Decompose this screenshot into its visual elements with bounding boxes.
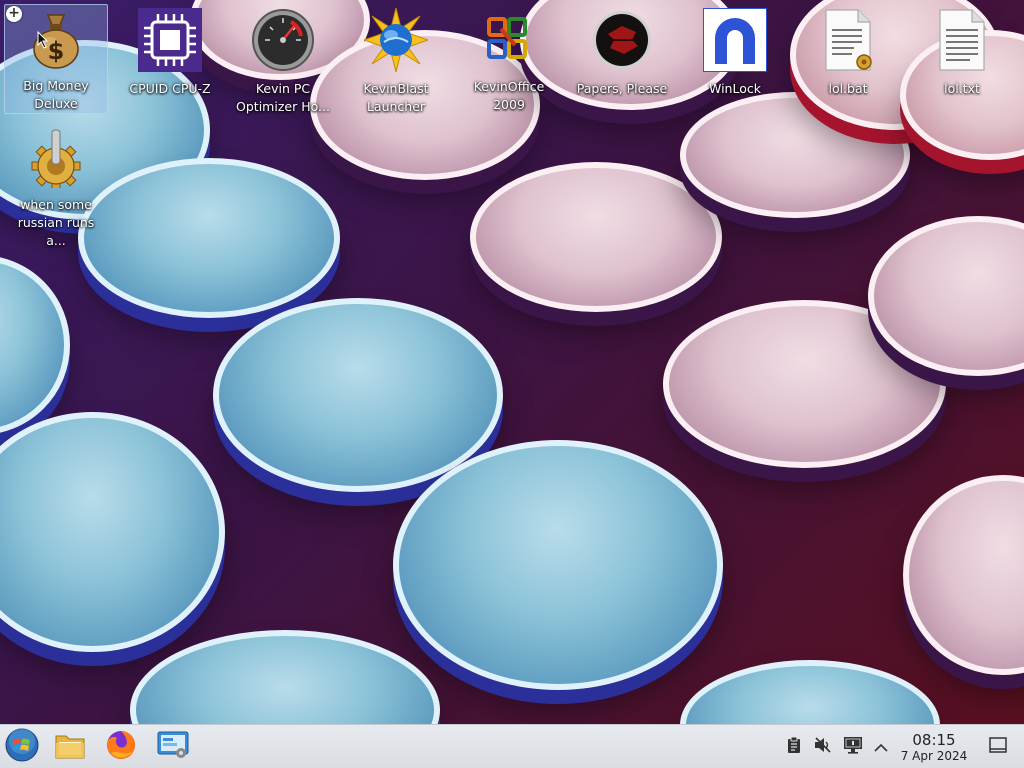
icon-label: CPUID CPU-Z (129, 81, 211, 96)
icon-label: KevinOffice 2009 (473, 79, 545, 112)
desktop-icon-kevin-pc-optimizer[interactable]: Kevin PC Optimizer Ho... (231, 4, 335, 114)
display-icon (843, 736, 863, 758)
tray-expand[interactable] (871, 737, 891, 757)
desktop-icon-when-some-russian[interactable]: when some russian runs a... (4, 124, 108, 248)
svg-text:$: $ (48, 37, 65, 65)
volume-muted-icon (813, 736, 833, 758)
clock-time: 08:15 (912, 731, 956, 749)
clipboard-icon (786, 736, 802, 758)
speedometer-icon (251, 8, 315, 72)
mouse-cursor-icon (37, 30, 49, 53)
batch-file-icon (816, 8, 880, 72)
firefox-icon (105, 729, 137, 765)
start-orb-icon (5, 728, 39, 766)
icon-label: Big Money Deluxe (23, 78, 89, 111)
money-bag-icon: $ (24, 9, 88, 69)
tray-display[interactable] (843, 737, 863, 757)
icon-label: lol.bat (828, 81, 868, 96)
taskbar: 08:15 7 Apr 2024 (0, 724, 1024, 768)
icon-label: KevinBlast Launcher (363, 81, 429, 114)
taskbar-system-settings[interactable] (155, 729, 191, 765)
winlock-icon (703, 8, 767, 72)
desktop-icon-cpu-z[interactable]: CPUID CPU-Z (118, 4, 222, 114)
icon-label: WinLock (709, 81, 761, 96)
start-button[interactable] (4, 728, 40, 766)
globe-burst-icon (364, 8, 428, 72)
desktop-icon-lol-bat[interactable]: lol.bat (796, 4, 900, 114)
desktop-icon-kevinblast-launcher[interactable]: KevinBlast Launcher (344, 4, 448, 114)
icon-label: Papers, Please (576, 81, 668, 96)
taskbar-clock[interactable]: 08:15 7 Apr 2024 (896, 731, 972, 764)
desktop-icon-papers-please[interactable]: Papers, Please (570, 4, 674, 114)
chevron-up-icon (874, 738, 888, 757)
tray-volume[interactable] (813, 737, 833, 757)
show-desktop-button[interactable] (988, 737, 1008, 757)
file-manager-icon (54, 730, 86, 764)
taskbar-file-manager[interactable] (52, 729, 88, 765)
system-settings-icon (157, 730, 189, 764)
desktop-icon-lol-txt[interactable]: lol.txt (910, 4, 1014, 114)
clock-date: 7 Apr 2024 (900, 749, 968, 763)
icon-label: lol.txt (944, 81, 980, 96)
icon-label: Kevin PC Optimizer Ho... (236, 81, 330, 114)
tray-clipboard[interactable] (784, 736, 804, 758)
taskbar-firefox[interactable] (103, 729, 139, 765)
cpu-chip-icon (138, 8, 202, 72)
gear-icon (24, 128, 88, 188)
desktop-icon-winlock[interactable]: WinLock (683, 4, 787, 114)
add-to-selection-icon[interactable]: + (6, 6, 22, 22)
show-desktop-icon (989, 737, 1007, 757)
desktop-icon-kevinoffice-2009[interactable]: KevinOffice 2009 (457, 4, 561, 114)
text-file-icon (930, 8, 994, 72)
office-logo-icon (477, 8, 541, 70)
icon-label: when some russian runs a... (17, 197, 95, 248)
papers-please-icon (590, 8, 654, 72)
